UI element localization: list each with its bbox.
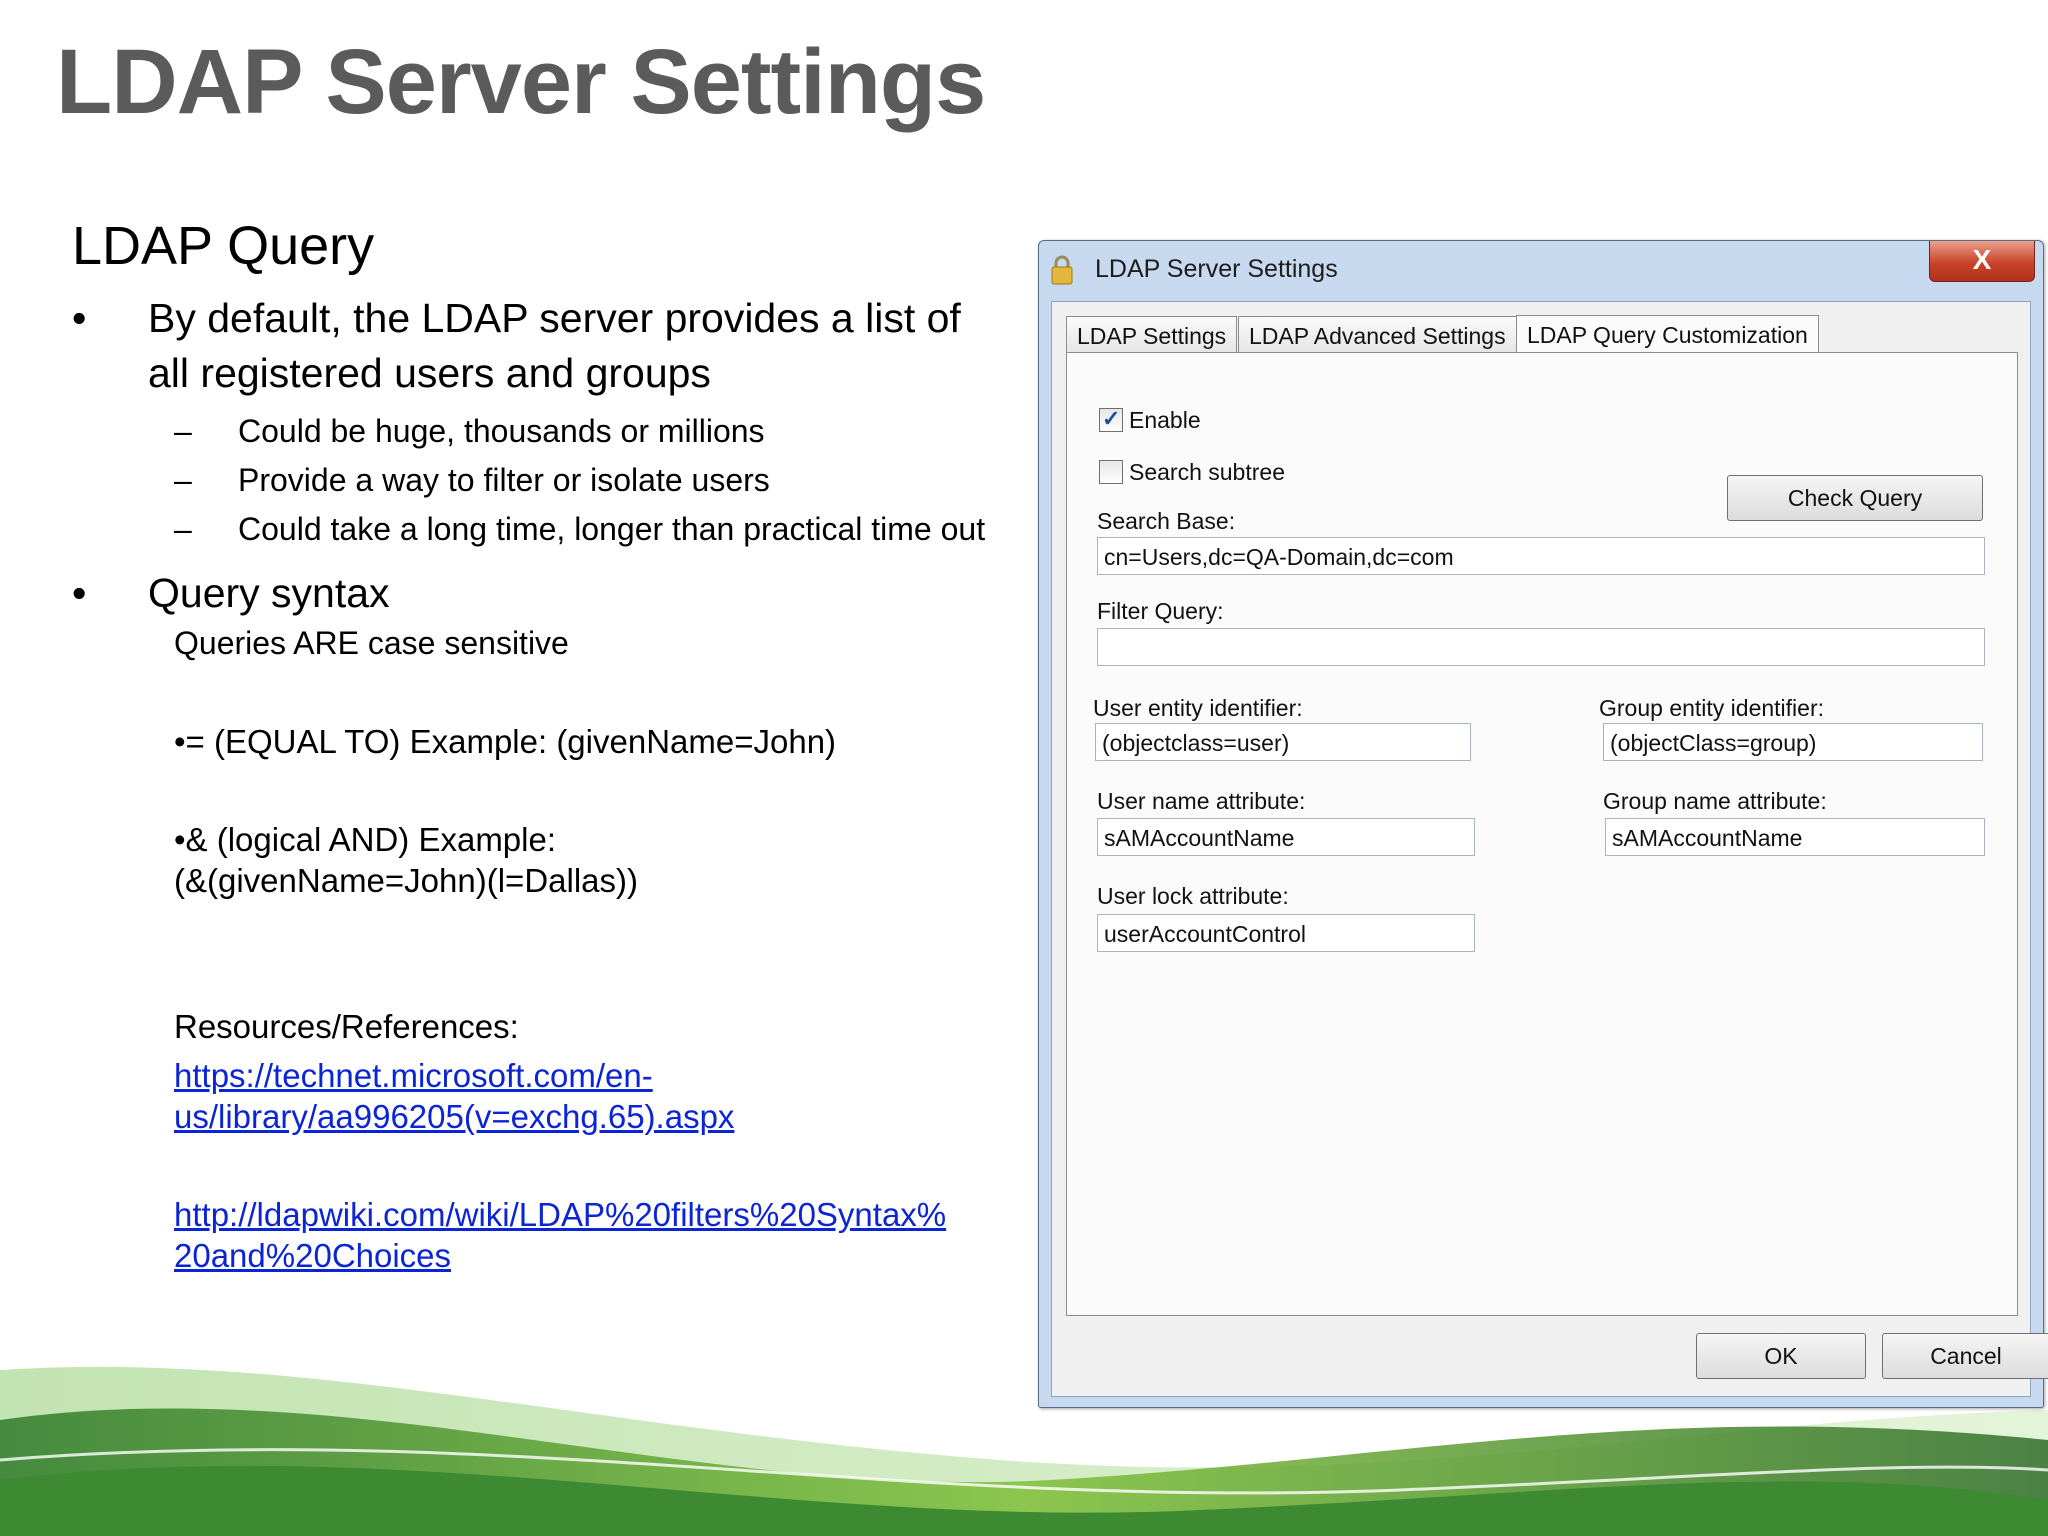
- user-entity-label: User entity identifier:: [1093, 695, 1303, 721]
- bullet-marker: •: [72, 295, 87, 341]
- ldap-settings-dialog: LDAP Server Settings X LDAP Settings LDA…: [1038, 240, 2048, 1408]
- group-entity-label: Group entity identifier:: [1599, 695, 1825, 721]
- section-heading: LDAP Query: [72, 216, 375, 276]
- user-entity-input[interactable]: (objectclass=user): [1095, 723, 1471, 761]
- checkmark-icon: ✓: [1102, 406, 1121, 431]
- user-lock-attribute-input[interactable]: userAccountControl: [1097, 914, 1475, 952]
- enable-label: Enable: [1129, 407, 1201, 433]
- dialog-titlebar[interactable]: LDAP Server Settings X: [1039, 241, 2043, 295]
- and-example-line1: •& (logical AND) Example:: [174, 821, 557, 858]
- user-name-attribute-input[interactable]: sAMAccountName: [1097, 818, 1475, 856]
- technet-link-line2: us/library/aa996205(v=exchg.65).aspx: [174, 1098, 735, 1135]
- group-entity-input[interactable]: (objectClass=group): [1603, 723, 1983, 761]
- slide-title: LDAP Server Settings: [56, 31, 986, 133]
- group-name-attribute-label: Group name attribute:: [1603, 788, 1827, 814]
- tab-ldap-settings[interactable]: LDAP Settings: [1066, 316, 1238, 355]
- ok-button[interactable]: OK: [1696, 1333, 1866, 1379]
- ldapwiki-link-line1: http://ldapwiki.com/wiki/LDAP%20filters%…: [174, 1196, 947, 1233]
- bullet-text: By default, the LDAP server provides a l…: [148, 295, 961, 396]
- sub-bullet-timeout: – Could take a long time, longer than pr…: [72, 509, 992, 550]
- sub-bullet-huge: – Could be huge, thousands or millions: [72, 411, 992, 452]
- ldapwiki-link[interactable]: http://ldapwiki.com/wiki/LDAP%20filters%…: [72, 1194, 992, 1276]
- sub-bullet-text: Provide a way to filter or isolate users: [238, 462, 770, 498]
- case-sensitivity-note: Queries ARE case sensitive: [174, 625, 569, 661]
- group-name-attribute-input[interactable]: sAMAccountName: [1605, 818, 1985, 856]
- check-query-button[interactable]: Check Query: [1727, 475, 1983, 521]
- technet-link[interactable]: https://technet.microsoft.com/en- us/lib…: [72, 1055, 992, 1137]
- dialog-title: LDAP Server Settings: [1095, 255, 1338, 283]
- search-subtree-label: Search subtree: [1129, 459, 1285, 485]
- bullet-text: Query syntax: [148, 570, 390, 616]
- search-base-input[interactable]: cn=Users,dc=QA-Domain,dc=com: [1097, 537, 1985, 575]
- search-subtree-checkbox[interactable]: [1099, 460, 1123, 484]
- tab-ldap-advanced-settings[interactable]: LDAP Advanced Settings: [1238, 316, 1517, 355]
- cancel-button[interactable]: Cancel: [1882, 1333, 2048, 1379]
- ldapwiki-link-line2: 20and%20Choices: [174, 1237, 452, 1274]
- user-name-attribute-label: User name attribute:: [1097, 788, 1306, 814]
- dash-marker: –: [174, 462, 192, 498]
- slide-body: LDAP Query • By default, the LDAP server…: [72, 215, 992, 1276]
- dialog-client-area: LDAP Settings LDAP Advanced Settings LDA…: [1051, 301, 2048, 1397]
- resources-label: Resources/References:: [174, 1008, 519, 1045]
- search-base-label: Search Base:: [1097, 508, 1236, 534]
- query-customization-panel: ✓ Enable Search subtree Check Query Sear…: [1066, 352, 2018, 1316]
- and-example-line2: (&(givenName=John)(l=Dallas)): [174, 862, 638, 899]
- lock-icon: [1051, 255, 1073, 285]
- dash-marker: –: [174, 511, 192, 547]
- filter-query-input[interactable]: [1097, 628, 1985, 666]
- bullet-query-syntax: • Query syntax: [72, 566, 992, 621]
- bullet-marker: •: [72, 570, 87, 616]
- filter-query-label: Filter Query:: [1097, 598, 1224, 624]
- bullet-default-listing: • By default, the LDAP server provides a…: [72, 291, 992, 401]
- enable-checkbox[interactable]: ✓: [1099, 406, 1123, 432]
- technet-link-line1: https://technet.microsoft.com/en-: [174, 1057, 653, 1094]
- user-lock-attribute-label: User lock attribute:: [1097, 883, 1289, 909]
- sub-bullet-filter: – Provide a way to filter or isolate use…: [72, 460, 992, 501]
- sub-bullet-text: Could be huge, thousands or millions: [238, 413, 765, 449]
- close-button[interactable]: X: [1929, 241, 2035, 282]
- dash-marker: –: [174, 413, 192, 449]
- sub-bullet-text: Could take a long time, longer than prac…: [238, 511, 986, 547]
- equal-example: •= (EQUAL TO) Example: (givenName=John): [174, 723, 837, 760]
